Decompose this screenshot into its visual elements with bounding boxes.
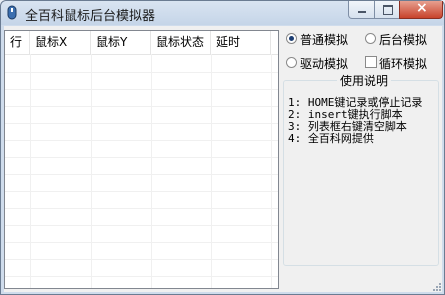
help-title: 使用说明 (337, 72, 392, 89)
column-header-mouse-y[interactable]: 鼠标Y (91, 31, 151, 54)
grid-row-line (5, 276, 278, 277)
grid-row-line (5, 140, 278, 141)
title-bar[interactable]: 全百科鼠标后台模拟器 × (1, 0, 444, 25)
column-header-delay[interactable]: 延时 (211, 31, 271, 54)
app-icon (7, 5, 17, 20)
help-list: 1: HOME键记录或停止记录 2: insert键执行脚本 3: 列表框右键清… (288, 97, 422, 145)
radio-driver-mode-label[interactable]: 驱动模拟 (300, 55, 348, 72)
column-header-mouse-x[interactable]: 鼠标X (30, 31, 91, 54)
radio-normal-mode-label[interactable]: 普通模拟 (300, 31, 348, 48)
resize-grip-icon[interactable] (431, 281, 441, 291)
grid-row-line (5, 174, 278, 175)
app-window: 全百科鼠标后台模拟器 × 行 鼠标X 鼠标Y 鼠标状态 延时 普通模拟 后台模拟… (0, 0, 445, 295)
grid-row-line (5, 123, 278, 124)
radio-driver-mode[interactable] (286, 57, 297, 68)
maximize-button[interactable] (374, 1, 400, 19)
grid-row-line (5, 208, 278, 209)
loop-checkbox[interactable] (365, 56, 377, 68)
column-header-row[interactable]: 行 (5, 31, 30, 54)
list-header: 行 鼠标X 鼠标Y 鼠标状态 延时 (5, 31, 278, 55)
grid-row-line (5, 89, 278, 90)
column-header-mouse-state[interactable]: 鼠标状态 (151, 31, 211, 54)
grid-row-line (5, 191, 278, 192)
grid-row-line (5, 225, 278, 226)
grid-row-line (5, 106, 278, 107)
grid-row-line (5, 242, 278, 243)
grid-row-line (5, 259, 278, 260)
close-button[interactable]: × (399, 0, 443, 19)
grid-row-line (5, 72, 278, 73)
maximize-icon (383, 5, 393, 15)
minimize-button[interactable] (348, 1, 375, 19)
radio-background-mode[interactable] (365, 33, 376, 44)
grid-row-line (5, 157, 278, 158)
window-title: 全百科鼠标后台模拟器 (25, 9, 156, 24)
radio-normal-mode[interactable] (286, 33, 297, 44)
minimize-icon (358, 11, 366, 13)
loop-checkbox-label[interactable]: 循环模拟 (379, 55, 427, 72)
script-list[interactable]: 行 鼠标X 鼠标Y 鼠标状态 延时 (4, 30, 279, 289)
help-line: 4: 全百科网提供 (288, 132, 374, 145)
radio-background-mode-label[interactable]: 后台模拟 (379, 31, 427, 48)
close-icon: × (416, 0, 428, 16)
